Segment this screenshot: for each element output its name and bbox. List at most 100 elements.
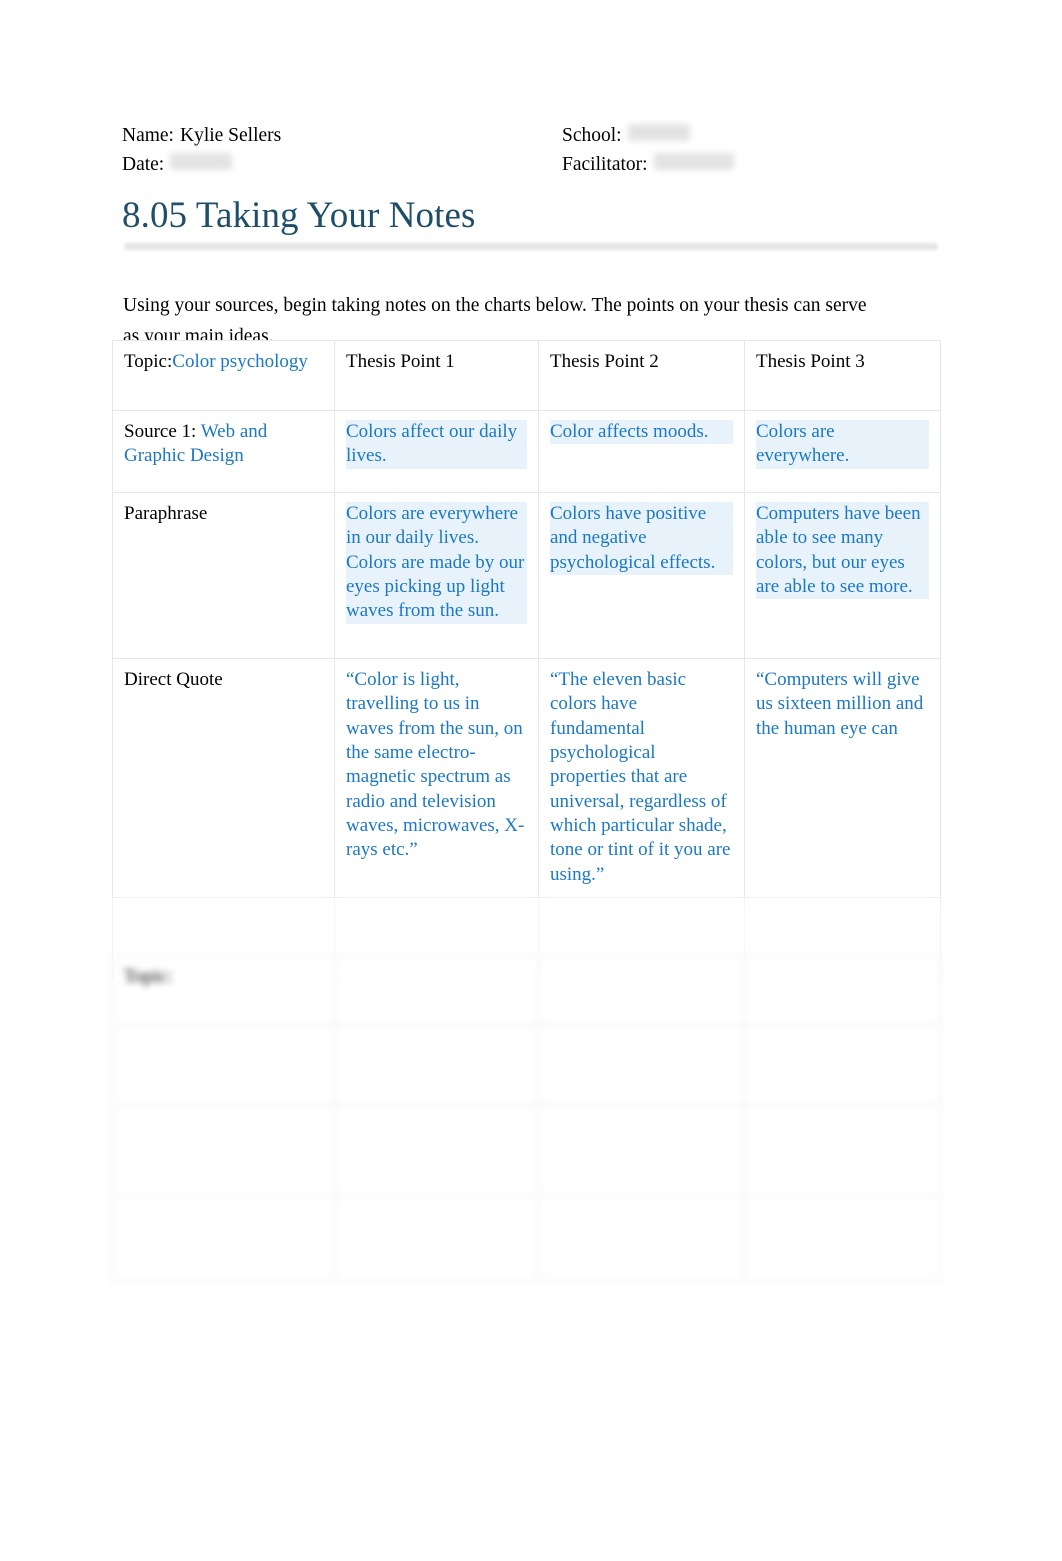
direct-quote-point-3-cell[interactable]: “Computers will give us sixteen million … [744,658,941,898]
direct-quote-point-3-text-two[interactable] [756,1205,929,1229]
direct-quote-label-cell: Direct Quote [112,658,335,898]
direct-quote-label-cell-two [112,1195,335,1282]
direct-quote-point-3-text[interactable]: “Computers will give us sixteen million … [756,668,929,741]
source-point-1-text-two[interactable] [346,1035,527,1059]
table-row: Topic:Color psychology Thesis Point 1 Th… [112,340,941,411]
source-point-3-cell-two[interactable] [744,1025,941,1106]
source-point-2-cell-two[interactable] [538,1025,745,1106]
thesis-point-1-label-two [346,966,394,987]
source-point-3-text-two[interactable] [756,1035,929,1059]
page-title: 8.05 Taking Your Notes [122,195,476,236]
paraphrase-point-1-text[interactable]: Colors are everywhere in our daily lives… [346,502,527,624]
facilitator-field: Facilitator: [562,151,942,180]
source-point-2-text[interactable]: Color affects moods. [550,420,733,445]
paraphrase-point-1-text-two[interactable] [346,1115,527,1139]
source-label-cell[interactable]: Source 1: Web and Graphic Design [112,410,335,493]
paraphrase-label: Paraphrase [124,503,208,524]
notes-table-source-two: Topic: [112,955,941,1282]
table-row: Topic: [112,955,941,1026]
paraphrase-point-3-cell-two[interactable] [744,1105,941,1196]
thesis-point-3-header: Thesis Point 3 [744,340,941,411]
direct-quote-point-1-cell[interactable]: “Color is light, travelling to us in wav… [334,658,539,898]
title-divider [124,243,938,250]
date-field: Date: [122,151,562,180]
thesis-point-1-header: Thesis Point 1 [334,340,539,411]
paraphrase-point-1-cell-two[interactable] [334,1105,539,1196]
direct-quote-point-3-cell-two[interactable] [744,1195,941,1282]
document-page: Name: Kylie Sellers School: Date: Facili… [0,0,1062,1561]
source-point-1-cell[interactable]: Colors affect our daily lives. [334,410,539,493]
thesis-point-2-label-two [550,966,598,987]
direct-quote-point-1-text[interactable]: “Color is light, travelling to us in wav… [346,668,527,863]
thesis-point-3-label-two [756,966,804,987]
table-row: Direct Quote “Color is light, travelling… [112,658,941,898]
source-label: Source 1: [124,421,197,442]
source-label-cell-two[interactable] [112,1025,335,1106]
topic-label-two: Topic: [124,966,173,987]
paraphrase-label-two [124,1116,167,1137]
thesis-point-1-label: Thesis Point 1 [346,351,455,372]
thesis-point-2-label: Thesis Point 2 [550,351,659,372]
source-point-3-cell[interactable]: Colors are everywhere. [744,410,941,493]
summary-point-1-text[interactable] [346,907,527,931]
thesis-point-3-header-two [744,955,941,1026]
header-row-two: Date: Facilitator: [122,151,942,180]
paraphrase-point-3-text[interactable]: Computers have been able to see many col… [756,502,929,600]
thesis-point-2-header-two [538,955,745,1026]
topic-cell-two[interactable]: Topic: [112,955,335,1026]
facilitator-value[interactable] [653,152,734,170]
topic-value[interactable]: Color psychology [172,351,308,372]
source-value-two[interactable] [167,1036,210,1057]
date-label: Date: [122,153,165,175]
paraphrase-label-cell-two [112,1105,335,1196]
direct-quote-point-1-text-two[interactable] [346,1205,527,1229]
name-label: Name: [122,125,174,146]
direct-quote-point-1-cell-two[interactable] [334,1195,539,1282]
direct-quote-label-two [124,1206,172,1227]
table-row: Source 1: Web and Graphic Design Colors … [112,410,941,493]
date-value[interactable] [170,152,233,170]
paraphrase-point-2-text-two[interactable] [550,1115,733,1139]
summary-label [124,908,162,929]
paraphrase-point-2-cell[interactable]: Colors have positive and negative psycho… [538,492,745,659]
paraphrase-point-2-cell-two[interactable] [538,1105,745,1196]
school-label: School: [562,125,622,146]
paraphrase-point-1-cell[interactable]: Colors are everywhere in our daily lives… [334,492,539,659]
paraphrase-label-cell: Paraphrase [112,492,335,659]
source-label-two [124,1036,162,1057]
direct-quote-point-2-cell-two[interactable] [538,1195,745,1282]
topic-value-two[interactable] [172,966,205,987]
thesis-point-1-header-two [334,955,539,1026]
thesis-point-2-header: Thesis Point 2 [538,340,745,411]
direct-quote-label: Direct Quote [124,669,223,690]
notes-table-source-one: Topic:Color psychology Thesis Point 1 Th… [112,340,941,980]
header-row-one: Name: Kylie Sellers School: [122,122,942,151]
thesis-point-3-label: Thesis Point 3 [756,351,865,372]
source-point-3-text[interactable]: Colors are everywhere. [756,420,929,469]
source-point-2-text-two[interactable] [550,1035,733,1059]
source-point-2-cell[interactable]: Color affects moods. [538,410,745,493]
source-point-1-cell-two[interactable] [334,1025,539,1106]
name-field: Name: Kylie Sellers [122,122,562,151]
direct-quote-point-3-redacted[interactable]: ​ [756,741,929,765]
paraphrase-point-3-cell[interactable]: Computers have been able to see many col… [744,492,941,659]
direct-quote-point-2-text-two[interactable] [550,1205,733,1229]
source-point-1-text[interactable]: Colors affect our daily lives. [346,420,527,469]
table-row [112,1105,941,1196]
name-value[interactable]: Kylie Sellers [180,122,281,151]
summary-point-2-text[interactable] [550,907,733,931]
school-field: School: [562,122,942,151]
school-value[interactable] [627,124,690,141]
table-row [112,1195,941,1282]
table-row [112,1025,941,1106]
paraphrase-point-3-text-two[interactable] [756,1115,929,1139]
document-header-meta: Name: Kylie Sellers School: Date: Facili… [122,122,942,180]
topic-label: Topic: [124,351,173,372]
direct-quote-point-2-text[interactable]: “The eleven basic colors have fundamenta… [550,668,733,887]
paraphrase-point-2-text[interactable]: Colors have positive and negative psycho… [550,502,733,575]
facilitator-label: Facilitator: [562,153,648,175]
table-row: Paraphrase Colors are everywhere in our … [112,492,941,659]
direct-quote-point-2-cell[interactable]: “The eleven basic colors have fundamenta… [538,658,745,898]
topic-cell[interactable]: Topic:Color psychology [112,340,335,411]
summary-point-3-text[interactable] [756,907,929,931]
